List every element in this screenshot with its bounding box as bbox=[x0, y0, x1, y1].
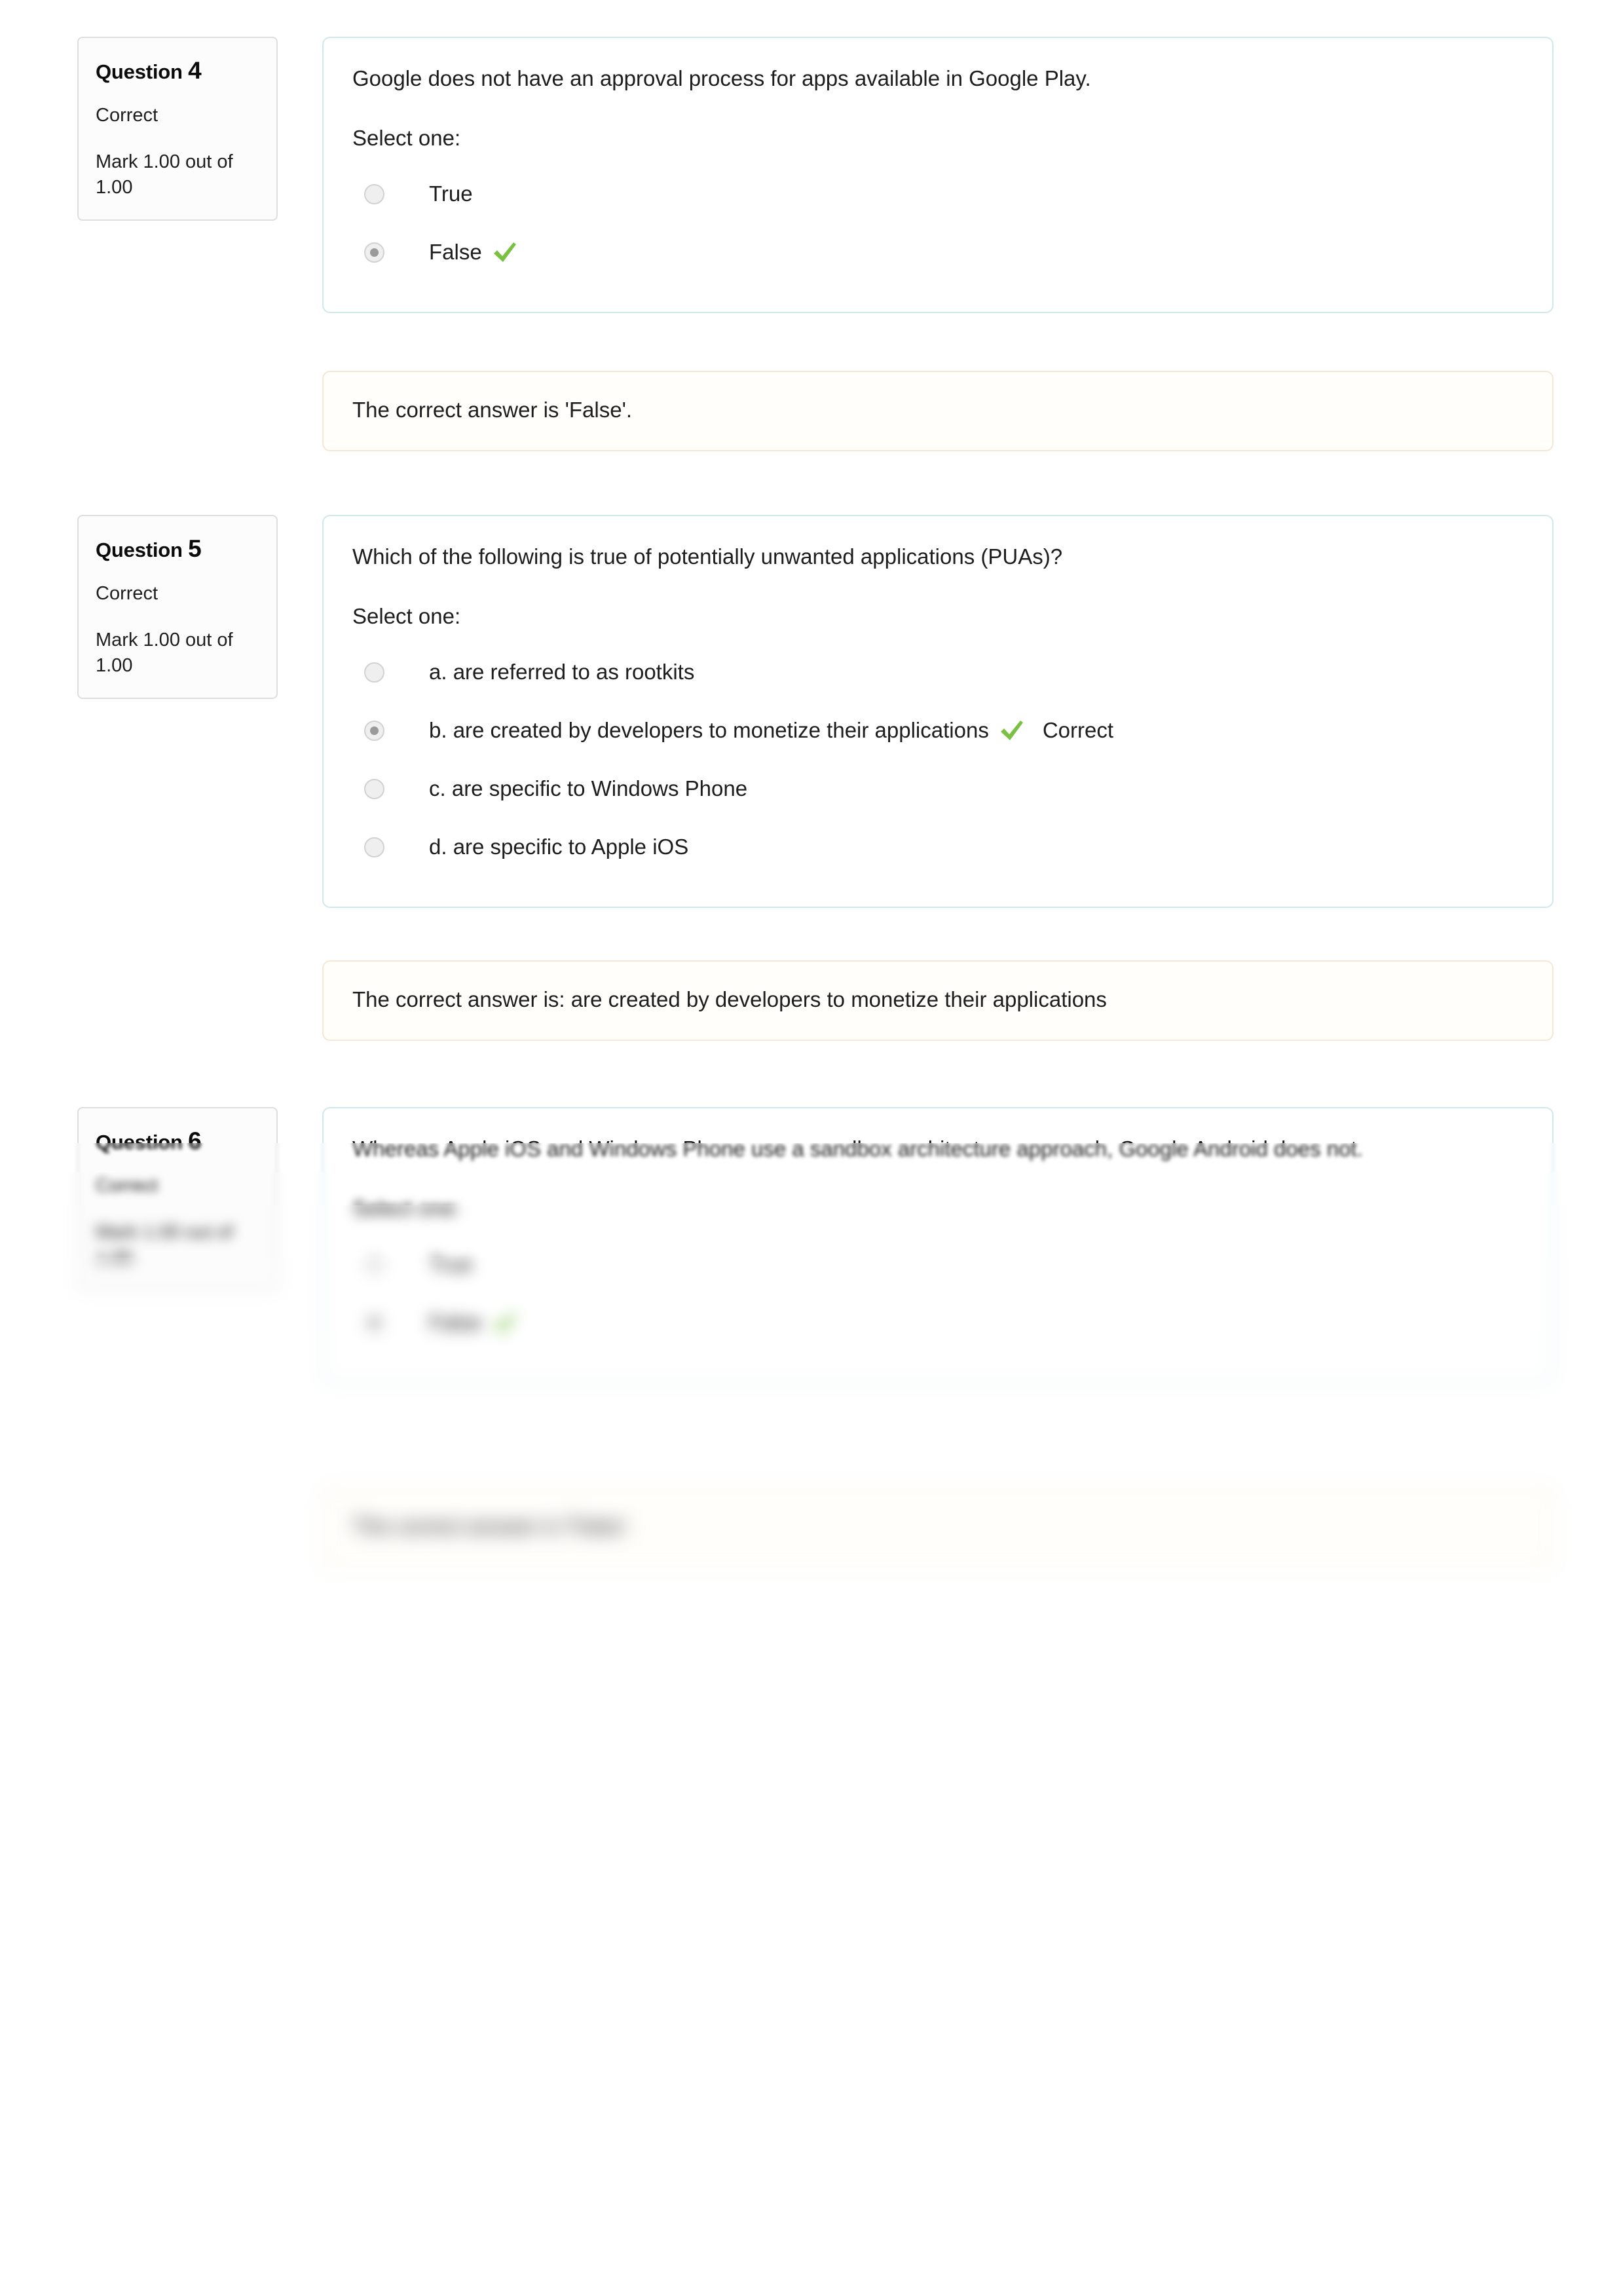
answer-option[interactable]: True bbox=[352, 1235, 1523, 1294]
question-content-5: Which of the following is true of potent… bbox=[322, 515, 1554, 908]
answer-option[interactable]: False bbox=[352, 1294, 1523, 1352]
question-feedback-6: The correct answer is 'False'. bbox=[322, 1487, 1554, 1568]
select-one-prompt: Select one: bbox=[352, 1195, 461, 1220]
answer-option[interactable]: a. are referred to as rootkits bbox=[352, 643, 1523, 702]
question-info-6: Question 6 Correct Mark 1.00 out of 1.00 bbox=[77, 1107, 278, 1291]
radio-button-icon[interactable] bbox=[364, 662, 384, 683]
question-info-mark: Mark 1.00 out of 1.00 bbox=[96, 151, 233, 198]
question-feedback-5: The correct answer is: are created by de… bbox=[322, 960, 1554, 1041]
answer-option[interactable]: b. are created by developers to monetize… bbox=[352, 702, 1523, 760]
radio-button-icon[interactable] bbox=[364, 778, 384, 799]
question-text: Which of the following is true of potent… bbox=[352, 544, 1063, 569]
feedback-text: The correct answer is 'False'. bbox=[352, 1514, 633, 1538]
radio-button-icon[interactable] bbox=[364, 183, 384, 204]
answer-list: True False bbox=[352, 165, 1523, 282]
question-info-state: Correct bbox=[96, 104, 158, 126]
question-info-title: Question 4 bbox=[96, 56, 259, 85]
check-mark-icon bbox=[491, 1310, 519, 1338]
question-info-number: 4 bbox=[188, 57, 202, 84]
answer-list: a. are referred to as rootkits b. are cr… bbox=[352, 643, 1523, 876]
check-mark-icon bbox=[998, 718, 1026, 745]
question-info-label: Question bbox=[96, 60, 183, 83]
answer-option-label: True bbox=[429, 1251, 473, 1276]
check-mark-icon bbox=[491, 240, 519, 267]
question-text: Whereas Apple iOS and Windows Phone use … bbox=[352, 1137, 1363, 1161]
answer-option-label: False bbox=[429, 239, 482, 264]
answer-option-label: d. are specific to Apple iOS bbox=[429, 834, 689, 859]
answer-correct-label: Correct bbox=[1042, 718, 1114, 743]
feedback-text: The correct answer is 'False'. bbox=[352, 398, 633, 422]
question-info-title: Question 5 bbox=[96, 535, 259, 563]
question-info-mark: Mark 1.00 out of 1.00 bbox=[96, 1222, 233, 1268]
question-info-number: 6 bbox=[188, 1127, 202, 1154]
question-text: Google does not have an approval process… bbox=[352, 66, 1091, 90]
answer-option-label: c. are specific to Windows Phone bbox=[429, 776, 748, 800]
question-content-6: Whereas Apple iOS and Windows Phone use … bbox=[322, 1107, 1554, 1383]
question-info-title: Question 6 bbox=[96, 1127, 259, 1156]
answer-option[interactable]: c. are specific to Windows Phone bbox=[352, 760, 1523, 818]
select-one-prompt: Select one: bbox=[352, 603, 461, 628]
answer-option-label: b. are created by developers to monetize… bbox=[429, 717, 989, 742]
answer-option-label: a. are referred to as rootkits bbox=[429, 659, 695, 684]
radio-button-icon[interactable] bbox=[364, 242, 384, 263]
question-info-label: Question bbox=[96, 1131, 183, 1154]
feedback-text: The correct answer is: are created by de… bbox=[352, 987, 1107, 1011]
question-info-mark: Mark 1.00 out of 1.00 bbox=[96, 630, 233, 676]
answer-option-label: True bbox=[429, 181, 473, 206]
answer-option[interactable]: d. are specific to Apple iOS bbox=[352, 818, 1523, 876]
radio-button-icon[interactable] bbox=[364, 837, 384, 857]
answer-list: True False bbox=[352, 1235, 1523, 1352]
radio-button-icon[interactable] bbox=[364, 720, 384, 741]
radio-button-icon[interactable] bbox=[364, 1312, 384, 1333]
radio-button-icon[interactable] bbox=[364, 1254, 384, 1275]
answer-option[interactable]: False bbox=[352, 223, 1523, 282]
question-info-label: Question bbox=[96, 538, 183, 561]
question-feedback-4: The correct answer is 'False'. bbox=[322, 371, 1554, 451]
question-info-number: 5 bbox=[188, 535, 202, 562]
question-info-5: Question 5 Correct Mark 1.00 out of 1.00 bbox=[77, 515, 278, 699]
question-info-state: Correct bbox=[96, 582, 158, 604]
question-content-4: Google does not have an approval process… bbox=[322, 37, 1554, 313]
answer-option[interactable]: True bbox=[352, 165, 1523, 223]
quiz-review-page: Question 4 Correct Mark 1.00 out of 1.00… bbox=[0, 0, 1621, 2296]
question-info-4: Question 4 Correct Mark 1.00 out of 1.00 bbox=[77, 37, 278, 221]
select-one-prompt: Select one: bbox=[352, 125, 461, 150]
question-info-state: Correct bbox=[96, 1175, 158, 1196]
answer-option-label: False bbox=[429, 1309, 482, 1334]
